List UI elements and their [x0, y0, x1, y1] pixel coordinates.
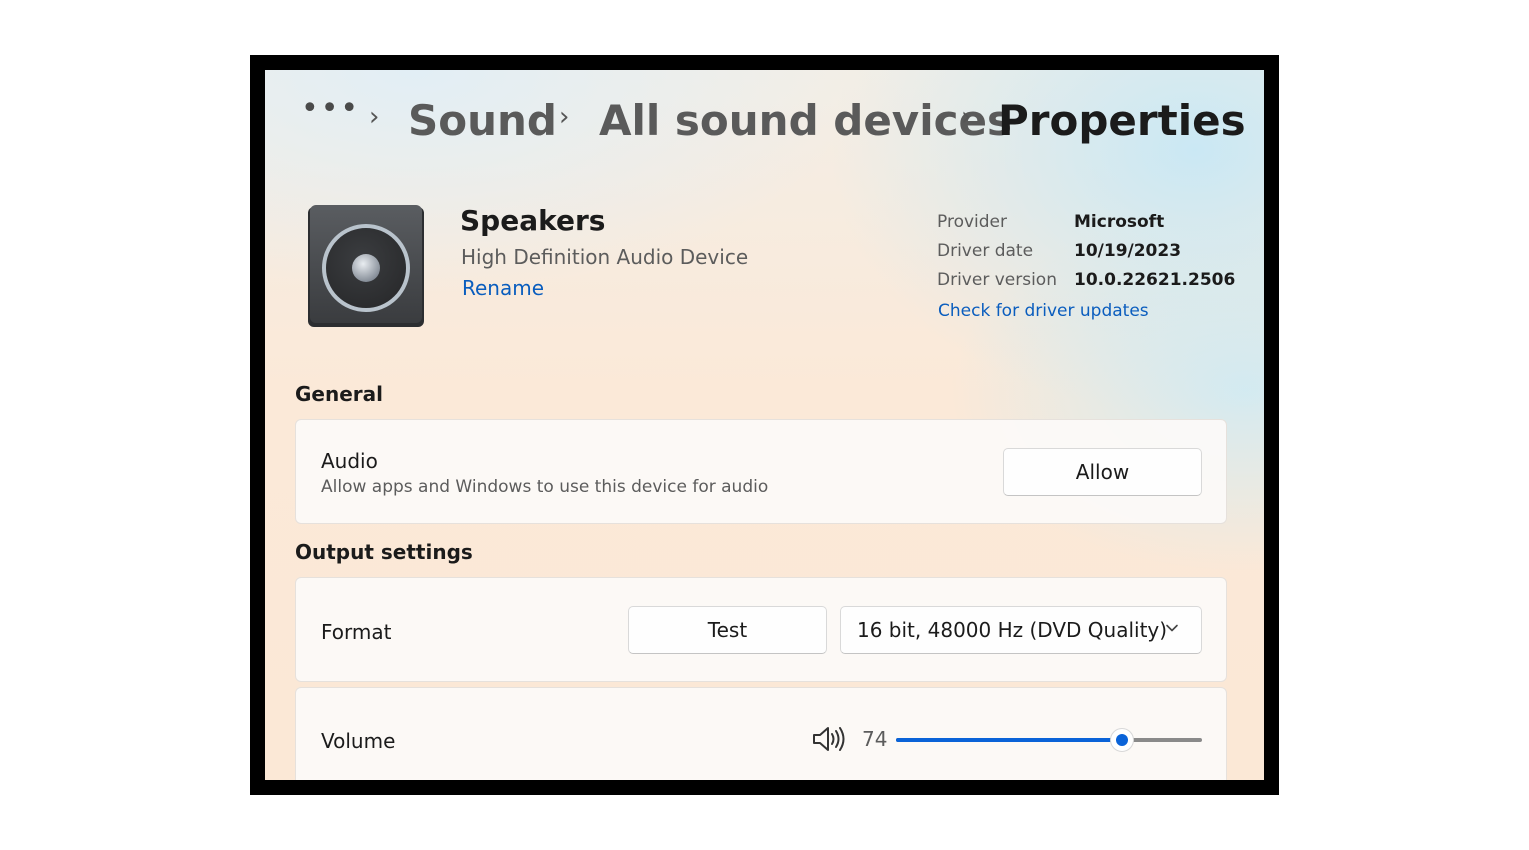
audio-card: Audio Allow apps and Windows to use this…: [295, 419, 1227, 524]
volume-slider-thumb[interactable]: [1110, 728, 1134, 752]
provider-value: Microsoft: [1074, 212, 1165, 232]
chevron-down-icon: [1166, 624, 1178, 632]
settings-window: ••• › Sound › All sound devices › Proper…: [265, 70, 1264, 780]
volume-title: Volume: [321, 729, 396, 753]
format-card: Format Test 16 bit, 48000 Hz (DVD Qualit…: [295, 577, 1227, 682]
breadcrumb-all-sound-devices[interactable]: All sound devices: [599, 96, 1012, 146]
provider-label: Provider: [937, 212, 1007, 232]
speaker-icon: [307, 205, 425, 328]
allow-button[interactable]: Allow: [1003, 448, 1202, 496]
volume-card: Volume 74: [295, 687, 1227, 780]
driver-date-value: 10/19/2023: [1074, 241, 1182, 261]
device-subtitle: High Definition Audio Device: [461, 245, 749, 269]
audio-description: Allow apps and Windows to use this devic…: [321, 477, 769, 497]
audio-title: Audio: [321, 449, 378, 473]
test-button[interactable]: Test: [628, 606, 827, 654]
device-name: Speakers: [460, 204, 606, 237]
chevron-right-icon: ›: [369, 102, 380, 132]
format-selected-value: 16 bit, 48000 Hz (DVD Quality): [857, 618, 1168, 642]
volume-speaker-icon[interactable]: [811, 724, 847, 754]
volume-slider-fill: [896, 738, 1122, 742]
general-section-title: General: [295, 382, 383, 406]
screenshot-frame: ••• › Sound › All sound devices › Proper…: [250, 55, 1279, 795]
chevron-right-icon: ›: [961, 102, 972, 132]
volume-value: 74: [862, 727, 888, 751]
volume-slider[interactable]: [896, 728, 1202, 752]
breadcrumb-sound[interactable]: Sound: [408, 96, 557, 146]
driver-date-label: Driver date: [937, 241, 1034, 261]
more-options-button[interactable]: •••: [301, 94, 360, 124]
rename-link[interactable]: Rename: [462, 276, 544, 300]
check-driver-updates-link[interactable]: Check for driver updates: [938, 301, 1149, 321]
format-title: Format: [321, 620, 392, 644]
page-title: Properties: [998, 96, 1246, 145]
format-dropdown[interactable]: 16 bit, 48000 Hz (DVD Quality): [840, 606, 1202, 654]
output-section-title: Output settings: [295, 540, 473, 564]
driver-version-label: Driver version: [937, 270, 1057, 290]
driver-version-value: 10.0.22621.2506: [1074, 270, 1236, 290]
chevron-right-icon: ›: [559, 102, 570, 132]
